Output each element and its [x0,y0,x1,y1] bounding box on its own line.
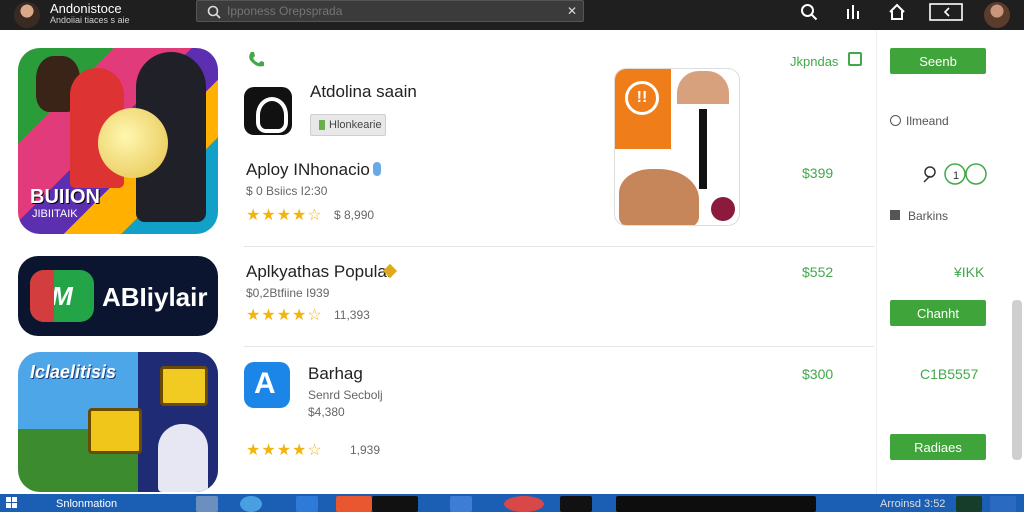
taskbar-app-icon[interactable] [240,496,262,512]
app-name[interactable]: Aplkyathas Popular [246,262,392,282]
divider [244,346,874,347]
scrollbar[interactable] [1012,300,1022,460]
rating-count: 1,939 [350,443,381,457]
side-value: C1B5557 [920,366,979,382]
option-label[interactable]: Ilmeand [906,114,949,128]
taskbar-app-icon[interactable] [504,496,544,512]
app-tile-featured[interactable]: BUIION JIBIITAIK [18,48,218,234]
clear-icon[interactable]: ✕ [567,4,577,18]
primary-button[interactable]: Seenb [890,48,986,74]
taskbar-app-icon[interactable] [956,496,982,512]
category-tag: Hlonkearie [310,114,386,136]
user-avatar[interactable] [14,2,40,28]
rating-count: 11,393 [334,308,370,322]
action-button[interactable]: Radiaes [890,434,986,460]
avatar[interactable] [984,2,1010,28]
app-tile[interactable]: Iclaelitisis [18,352,218,492]
app-title[interactable]: Atdolina saain [310,82,417,102]
home-icon[interactable] [884,1,910,23]
taskbar-app-icon[interactable] [990,496,1016,512]
price: $399 [802,165,834,181]
svg-text:1: 1 [953,170,959,182]
taskbar-app-icon[interactable] [372,496,418,512]
window-icon[interactable] [928,1,964,23]
checkbox-icon[interactable] [890,210,900,220]
toggle-icons[interactable]: 1 [920,162,990,188]
action-button[interactable]: Chanht [890,300,986,326]
app-icon[interactable]: A [244,362,290,408]
column-divider [876,30,877,494]
taskbar-app-icon[interactable] [450,496,472,512]
tile-title: BUIION [30,186,100,208]
taskbar-clock: Arroinsd 3:52 [880,498,946,510]
tile-title: Iclaelitisis [30,362,117,382]
header-link[interactable]: Jkpndas [790,54,838,69]
option-label[interactable]: Barkins [908,209,948,223]
promo-image[interactable]: !! [614,68,740,226]
search-icon[interactable] [796,1,822,23]
cube-art [88,408,142,454]
taskbar-app-icon[interactable] [336,496,372,512]
divider [244,246,874,247]
app-tile[interactable]: M ABIiylair [18,256,218,336]
search-bar: ✕ [196,0,584,22]
taskbar-window-preview[interactable] [616,496,816,512]
app-logo-icon: M [30,270,94,322]
taskbar-label[interactable]: Snlonmation [56,498,117,510]
rating-count: $ 8,990 [334,208,375,222]
app-name[interactable]: Barhag [308,364,363,384]
app-subtitle: Andoiiai tiaces s aie [50,15,130,25]
taskbar-app-icon[interactable] [196,496,218,512]
search-icon [207,5,221,19]
radio-icon[interactable] [890,115,901,126]
pin-icon [373,162,381,176]
rating-stars: ★★★★☆ [246,207,323,224]
app-title: Andonistoce [50,1,122,16]
app-meta: Senrd Secbolj [308,388,383,402]
app-icon[interactable] [244,87,292,135]
top-bar: Andonistoce Andoiiai tiaces s aie ✕ [0,0,1024,30]
tile-subtitle: JIBIITAIK [32,208,78,220]
orb-art [98,108,168,178]
badge-icon [711,197,735,221]
taskbar: Snlonmation Arroinsd 3:52 [0,494,1024,512]
app-meta: $4,380 [308,405,345,419]
taskbar-app-icon[interactable] [560,496,592,512]
cube-art [160,366,208,406]
logo-icon: !! [625,81,659,115]
price: $552 [802,264,834,280]
app-meta: $ 0 Bsiics I2:30 [246,184,328,198]
tile-name: ABIiylair [102,282,208,312]
app-meta: $0,2Btfiine I939 [246,286,330,300]
rating-stars: ★★★★☆ [246,307,323,324]
tie-art [699,109,707,189]
person-art [158,424,208,492]
promo-panel: !! [615,69,671,149]
phone-icon[interactable] [246,50,266,70]
side-value: ¥IKK [954,264,985,280]
price: $300 [802,366,834,382]
signal-icon[interactable] [840,1,866,23]
checkbox-icon[interactable] [848,52,862,66]
search-input[interactable] [227,3,547,19]
app-name[interactable]: Aploy INhonacio [246,160,370,180]
taskbar-app-icon[interactable] [296,496,318,512]
start-icon[interactable] [6,497,18,509]
rating-stars: ★★★★☆ [246,442,323,459]
dog-art [619,169,699,225]
